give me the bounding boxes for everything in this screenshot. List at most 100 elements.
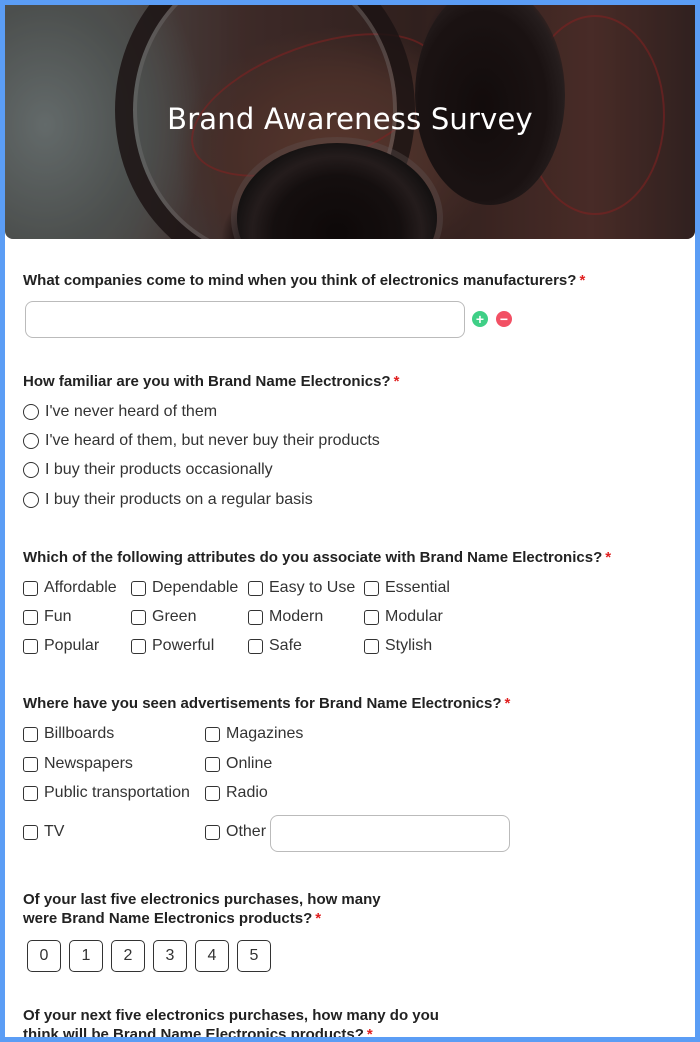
radio-option[interactable]: I buy their products on a regular basis xyxy=(23,491,313,509)
option-label: Modular xyxy=(385,608,443,625)
option-label: Fun xyxy=(44,608,72,625)
checkbox[interactable] xyxy=(131,638,146,654)
option-label: Green xyxy=(152,608,197,625)
scale-option-4[interactable]: 4 xyxy=(195,940,229,972)
question-text: were Brand Name Electronics products? xyxy=(23,910,313,927)
question-5-title: Of your last five electronics purchases,… xyxy=(23,890,381,928)
checkbox-option[interactable]: TV xyxy=(23,823,64,841)
checkbox[interactable] xyxy=(23,824,38,840)
checkbox-option[interactable]: Modular xyxy=(364,608,443,626)
option-label: Dependable xyxy=(152,579,239,596)
checkbox[interactable] xyxy=(205,824,220,840)
question-text: Of your last five electronics purchases,… xyxy=(23,891,381,908)
checkbox[interactable] xyxy=(205,785,220,801)
survey-title: Brand Awareness Survey xyxy=(167,102,533,136)
option-label: TV xyxy=(44,823,65,840)
radio-option[interactable]: I've never heard of them xyxy=(23,403,217,421)
checkbox-option[interactable]: Other xyxy=(205,823,266,841)
header-banner: Brand Awareness Survey xyxy=(5,5,695,239)
checkbox-option[interactable]: Easy to Use xyxy=(248,579,355,597)
radio-button[interactable] xyxy=(23,492,39,508)
checkbox-option[interactable]: Fun xyxy=(23,608,72,626)
question-text: How familiar are you with Brand Name Ele… xyxy=(23,373,391,390)
checkbox[interactable] xyxy=(23,609,38,625)
checkbox[interactable] xyxy=(131,609,146,625)
option-label: Modern xyxy=(269,608,324,625)
radio-option[interactable]: I've heard of them, but never buy their … xyxy=(23,432,380,450)
option-label: Billboards xyxy=(44,725,115,742)
scale-option-0[interactable]: 0 xyxy=(27,940,61,972)
option-label: Popular xyxy=(44,637,100,654)
option-label: Powerful xyxy=(152,637,215,654)
checkbox-option[interactable]: Green xyxy=(131,608,196,626)
checkbox-option[interactable]: Public transportation xyxy=(23,784,190,802)
plus-circle-icon[interactable]: + xyxy=(472,311,488,327)
option-label: Stylish xyxy=(385,637,433,654)
required-asterisk: * xyxy=(366,1026,373,1037)
checkbox-option[interactable]: Dependable xyxy=(131,579,238,597)
option-label: Radio xyxy=(226,784,268,801)
option-label: Essential xyxy=(385,579,450,596)
checkbox[interactable] xyxy=(248,609,263,625)
scale-option-1[interactable]: 1 xyxy=(69,940,103,972)
scale-option-3[interactable]: 3 xyxy=(153,940,187,972)
option-label: Newspapers xyxy=(44,755,133,772)
required-asterisk: * xyxy=(504,695,511,712)
scale-option-2[interactable]: 2 xyxy=(111,940,145,972)
option-label: Affordable xyxy=(44,579,117,596)
checkbox[interactable] xyxy=(248,580,263,596)
required-asterisk: * xyxy=(393,373,400,390)
companies-input[interactable] xyxy=(25,301,465,338)
option-label: I buy their products occasionally xyxy=(45,461,273,478)
checkbox[interactable] xyxy=(23,785,38,801)
checkbox-option[interactable]: Billboards xyxy=(23,725,114,743)
checkbox[interactable] xyxy=(23,580,38,596)
checkbox[interactable] xyxy=(205,726,220,742)
checkbox[interactable] xyxy=(364,638,379,654)
checkbox-option[interactable]: Magazines xyxy=(205,725,303,743)
scale-option-5[interactable]: 5 xyxy=(237,940,271,972)
question-3-title: Which of the following attributes do you… xyxy=(23,548,611,567)
question-2-title: How familiar are you with Brand Name Ele… xyxy=(23,372,399,391)
option-label: Safe xyxy=(269,637,302,654)
radio-button[interactable] xyxy=(23,433,39,449)
checkbox-option[interactable]: Online xyxy=(205,755,272,773)
checkbox-option[interactable]: Affordable xyxy=(23,579,117,597)
question-text: Where have you seen advertisements for B… xyxy=(23,695,502,712)
checkbox[interactable] xyxy=(23,638,38,654)
option-label: Other xyxy=(226,823,267,840)
option-label: I've heard of them, but never buy their … xyxy=(45,432,380,449)
checkbox-option[interactable]: Radio xyxy=(205,784,268,802)
checkbox-option[interactable]: Safe xyxy=(248,637,302,655)
checkbox[interactable] xyxy=(364,580,379,596)
checkbox[interactable] xyxy=(23,726,38,742)
option-label: Easy to Use xyxy=(269,579,356,596)
radio-option[interactable]: I buy their products occasionally xyxy=(23,461,273,479)
checkbox[interactable] xyxy=(248,638,263,654)
checkbox-option[interactable]: Modern xyxy=(248,608,323,626)
question-text: Of your next five electronics purchases,… xyxy=(23,1007,439,1024)
option-label: I've never heard of them xyxy=(45,403,218,420)
minus-circle-icon[interactable]: − xyxy=(496,311,512,327)
checkbox-option[interactable]: Powerful xyxy=(131,637,214,655)
checkbox-option[interactable]: Popular xyxy=(23,637,99,655)
checkbox-option[interactable]: Newspapers xyxy=(23,755,133,773)
other-input[interactable] xyxy=(270,815,510,852)
radio-button[interactable] xyxy=(23,404,39,420)
question-1-title: What companies come to mind when you thi… xyxy=(23,271,585,290)
question-text: Which of the following attributes do you… xyxy=(23,549,603,566)
required-asterisk: * xyxy=(579,272,586,289)
checkbox[interactable] xyxy=(205,756,220,772)
required-asterisk: * xyxy=(315,910,322,927)
checkbox[interactable] xyxy=(131,580,146,596)
question-text: What companies come to mind when you thi… xyxy=(23,272,577,289)
checkbox-option[interactable]: Stylish xyxy=(364,637,432,655)
option-label: I buy their products on a regular basis xyxy=(45,491,313,508)
radio-button[interactable] xyxy=(23,462,39,478)
question-text: think will be Brand Name Electronics pro… xyxy=(23,1026,364,1037)
survey-frame: Brand Awareness Survey What companies co… xyxy=(5,5,695,1037)
checkbox[interactable] xyxy=(23,756,38,772)
option-label: Magazines xyxy=(226,725,304,742)
checkbox-option[interactable]: Essential xyxy=(364,579,450,597)
checkbox[interactable] xyxy=(364,609,379,625)
